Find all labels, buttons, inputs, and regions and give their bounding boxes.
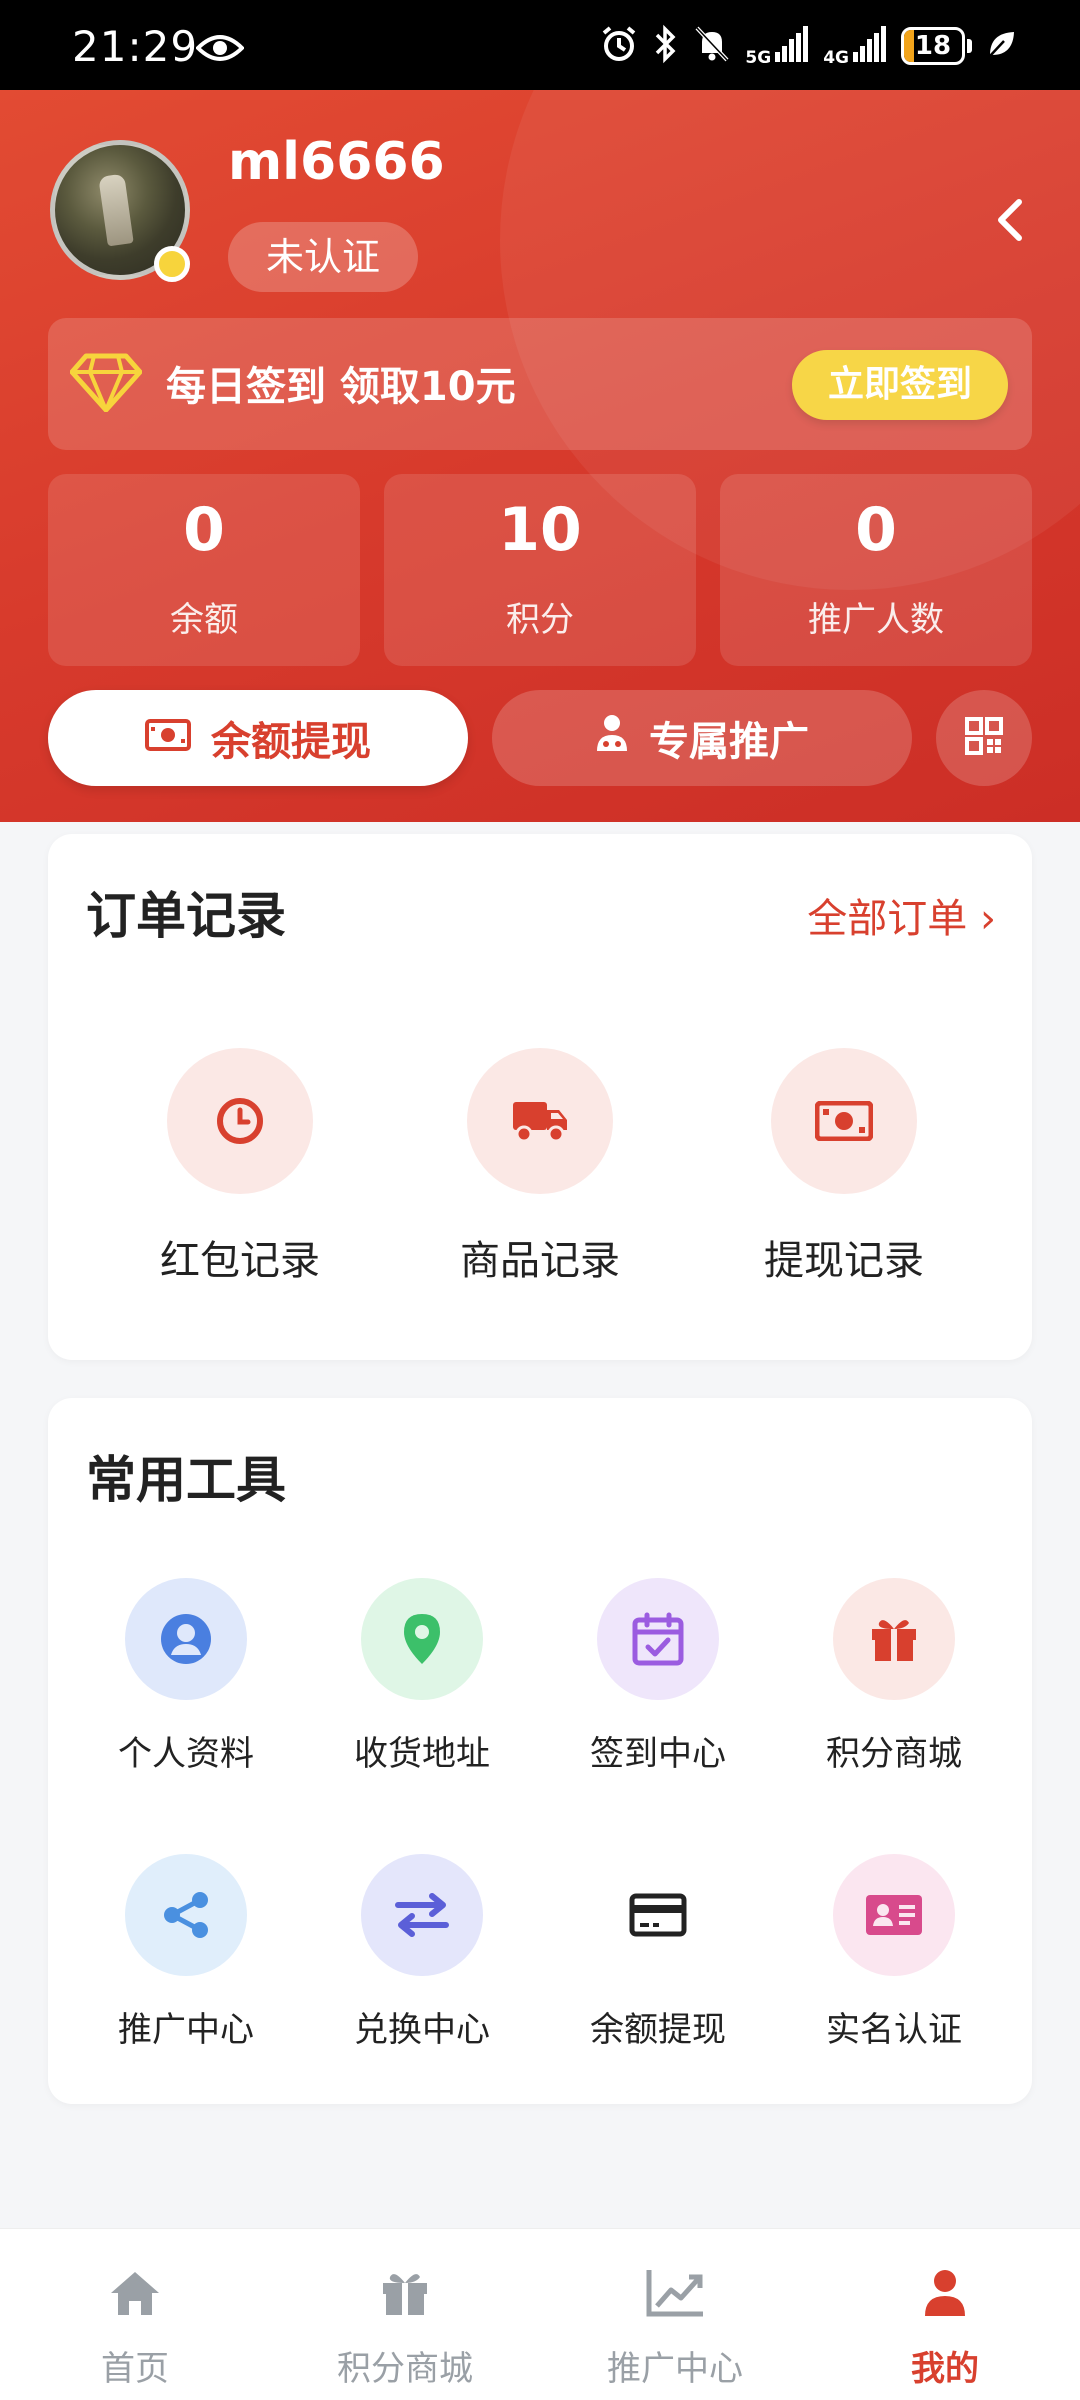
home-icon — [0, 2263, 270, 2323]
nav-item-mine[interactable]: 我的 — [810, 2229, 1080, 2400]
signal-5g-icon — [775, 26, 809, 66]
user-circle-icon — [125, 1578, 247, 1700]
money-icon — [771, 1048, 917, 1194]
user-icon — [810, 2263, 1080, 2323]
daily-signin-banner: 每日签到 领取10元 立即签到 — [48, 318, 1032, 450]
nav-label: 我的 — [911, 2349, 979, 2389]
profile-header: ml6666 未认证 每日签到 领取10元 立即签到 0 余额 10 积分 0 … — [0, 90, 1080, 822]
id-card-icon — [833, 1854, 955, 1976]
username: ml6666 — [228, 132, 445, 192]
tool-promo-center[interactable]: 推广中心 — [76, 1854, 296, 2051]
nav-item-points-mall[interactable]: 积分商城 — [270, 2229, 540, 2400]
nav-label: 推广中心 — [607, 2349, 743, 2389]
signal-4g-icon — [853, 26, 887, 66]
stat-label: 余额 — [170, 600, 238, 640]
eye-icon — [195, 32, 245, 68]
tool-profile[interactable]: 个人资料 — [76, 1578, 296, 1775]
battery-fill — [904, 30, 915, 62]
nav-item-promo-center[interactable]: 推广中心 — [540, 2229, 810, 2400]
tool-balance-withdraw[interactable]: 余额提现 — [548, 1854, 768, 2051]
exchange-icon — [361, 1854, 483, 1976]
stat-label: 积分 — [506, 600, 574, 640]
tool-address[interactable]: 收货地址 — [312, 1578, 532, 1775]
nav-item-home[interactable]: 首页 — [0, 2229, 270, 2400]
status-time: 21:29 — [72, 22, 199, 71]
stat-label: 推广人数 — [808, 600, 944, 640]
stat-value: 0 — [183, 495, 225, 565]
nav-label: 积分商城 — [337, 2349, 473, 2389]
order-item-label: 商品记录 — [460, 1238, 620, 1284]
stat-value: 0 — [855, 495, 897, 565]
signin-button[interactable]: 立即签到 — [792, 350, 1008, 420]
withdraw-button[interactable]: 余额提现 — [48, 690, 468, 786]
tool-label: 签到中心 — [590, 1734, 726, 1774]
qrcode-icon — [965, 717, 1003, 759]
order-item-withdrawal[interactable]: 提现记录 — [734, 1048, 954, 1286]
order-item-label: 提现记录 — [764, 1238, 924, 1284]
withdraw-label: 余额提现 — [211, 719, 371, 765]
bluetooth-icon — [653, 24, 679, 68]
money-icon — [145, 715, 191, 761]
alarm-icon — [599, 24, 639, 68]
stat-referrals[interactable]: 0 推广人数 — [720, 474, 1032, 666]
truck-icon — [467, 1048, 613, 1194]
promo-label: 专属推广 — [649, 719, 809, 765]
order-item-redpacket[interactable]: 红包记录 — [130, 1048, 350, 1286]
tool-real-name-auth[interactable]: 实名认证 — [784, 1854, 1004, 2051]
tool-label: 推广中心 — [118, 2010, 254, 2050]
gift-icon — [833, 1578, 955, 1700]
card-title: 订单记录 — [86, 887, 286, 945]
tool-exchange-center[interactable]: 兑换中心 — [312, 1854, 532, 2051]
network-4g-label: 4G — [823, 48, 849, 68]
tool-label: 余额提现 — [590, 2010, 726, 2050]
leaf-icon — [986, 29, 1016, 63]
status-bar: 21:29 5G 4G 18 — [0, 0, 1080, 90]
credit-card-icon — [597, 1854, 719, 1976]
order-records-card: 订单记录 全部订单 › 红包记录 商品记录 提现记录 — [48, 834, 1032, 1360]
stat-value: 10 — [498, 495, 582, 565]
verify-status-badge[interactable]: 未认证 — [228, 222, 419, 292]
user-doctor-icon — [595, 713, 629, 763]
battery-level: 18 — [914, 31, 952, 61]
location-pin-icon — [361, 1578, 483, 1700]
bell-muted-icon — [693, 24, 731, 68]
stat-points[interactable]: 10 积分 — [384, 474, 696, 666]
chevron-left-icon[interactable] — [980, 190, 1040, 250]
tool-label: 兑换中心 — [354, 2010, 490, 2050]
signin-text: 每日签到 领取10元 — [166, 364, 516, 410]
tool-signin-center[interactable]: 签到中心 — [548, 1578, 768, 1775]
calendar-check-icon — [597, 1578, 719, 1700]
share-icon — [125, 1854, 247, 1976]
clock-icon — [167, 1048, 313, 1194]
order-item-goods[interactable]: 商品记录 — [430, 1048, 650, 1286]
tool-label: 个人资料 — [118, 1734, 254, 1774]
exclusive-promo-button[interactable]: 专属推广 — [492, 690, 912, 786]
diamond-icon — [69, 352, 143, 416]
tool-label: 积分商城 — [826, 1734, 962, 1774]
card-title: 常用工具 — [86, 1451, 286, 1509]
stat-balance[interactable]: 0 余额 — [48, 474, 360, 666]
gift-icon — [270, 2263, 540, 2323]
bottom-navigation: 首页 积分商城 推广中心 我的 — [0, 2228, 1080, 2400]
chart-line-icon — [540, 2263, 810, 2323]
common-tools-card: 常用工具 个人资料 收货地址 签到中心 积分商城 推广中心 兑换中心 余额提现 … — [48, 1398, 1032, 2104]
online-status-dot — [154, 246, 190, 282]
nav-label: 首页 — [101, 2349, 169, 2389]
tool-points-mall[interactable]: 积分商城 — [784, 1578, 1004, 1775]
tool-label: 收货地址 — [354, 1734, 490, 1774]
qrcode-button[interactable] — [936, 690, 1032, 786]
network-5g-label: 5G — [745, 48, 772, 68]
all-orders-link[interactable]: 全部订单 › — [807, 886, 996, 944]
tool-label: 实名认证 — [826, 2010, 962, 2050]
battery-icon: 18 — [901, 27, 972, 65]
order-item-label: 红包记录 — [160, 1238, 320, 1284]
